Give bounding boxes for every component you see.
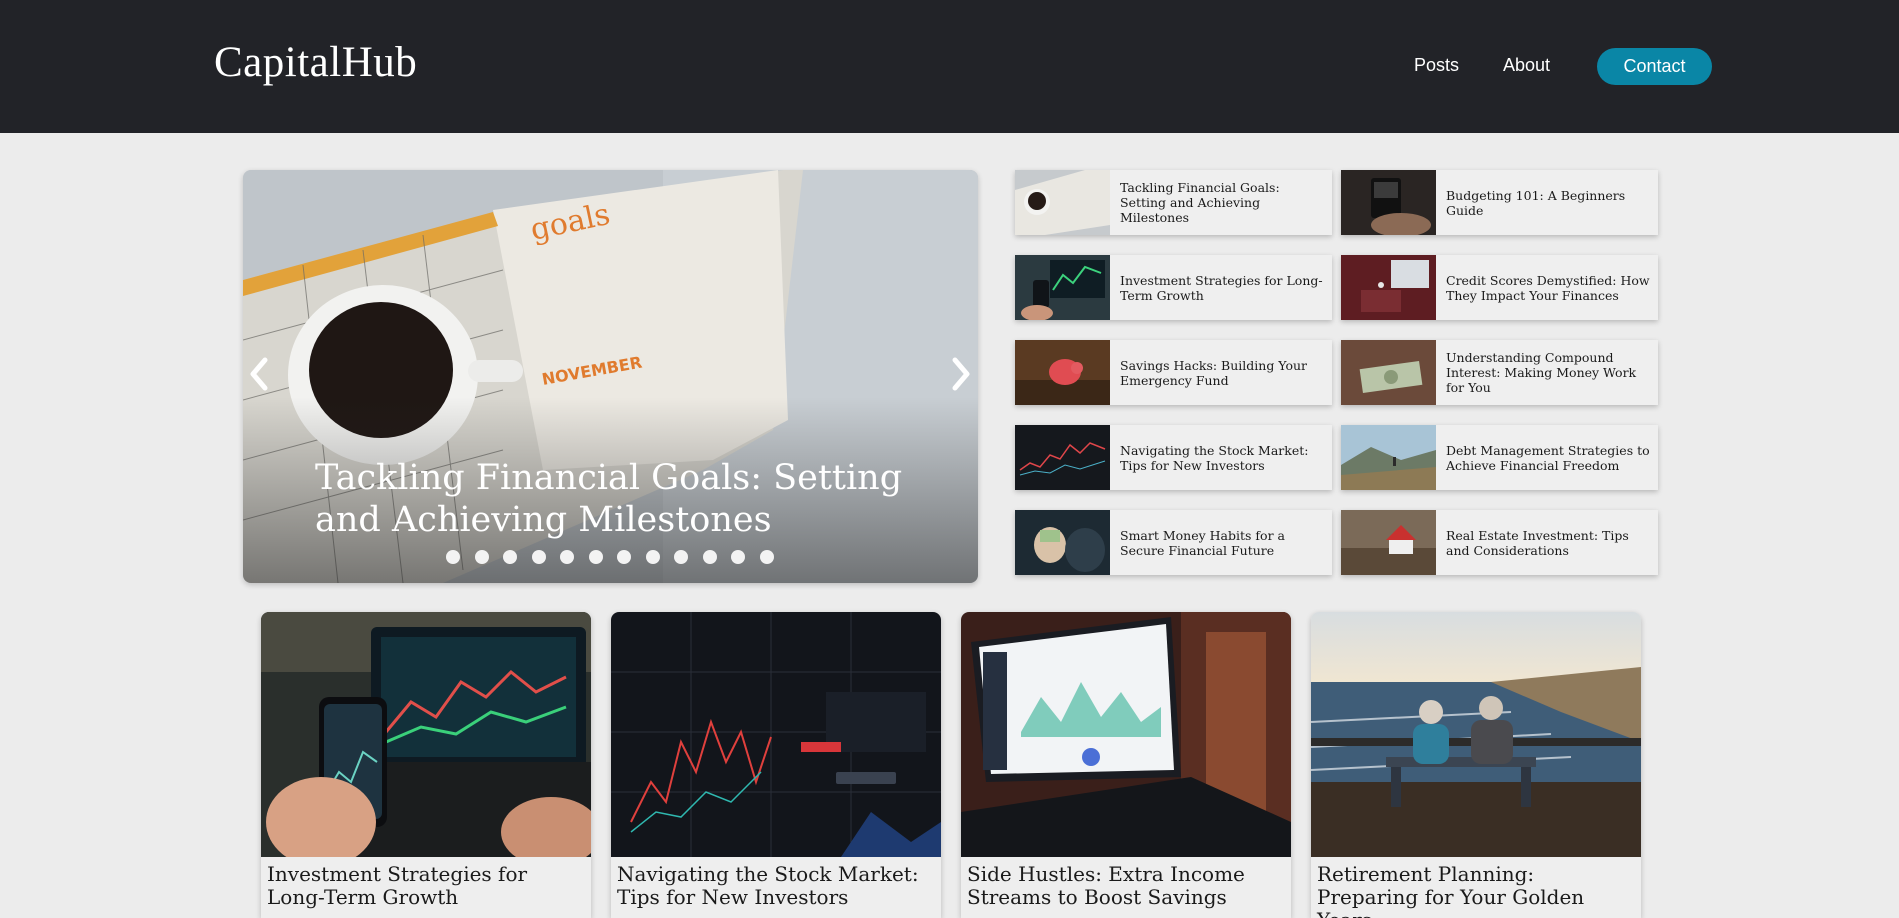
slide-dot[interactable] (560, 550, 574, 564)
card-title: Retirement Planning: Preparing for Your … (1317, 862, 1585, 918)
feature-card[interactable]: Navigating the Stock Market: Tips for Ne… (611, 612, 941, 918)
card-image (611, 612, 941, 857)
sidebar-post-title: Credit Scores Demystified: How They Impa… (1446, 272, 1650, 303)
sidebar-post-title: Savings Hacks: Building Your Emergency F… (1120, 357, 1308, 388)
card-title: Navigating the Stock Market: Tips for Ne… (617, 862, 919, 909)
slide-dot[interactable] (503, 550, 517, 564)
post-thumbnail (1015, 255, 1110, 320)
slide-dot[interactable] (474, 550, 489, 564)
slide-dot[interactable] (731, 550, 745, 564)
feature-card[interactable]: Side Hustles: Extra Income Streams to Bo… (961, 612, 1291, 918)
sidebar-post[interactable]: Navigating the Stock Market: Tips for Ne… (1015, 425, 1332, 490)
sidebar-post-title: Understanding Compound Interest: Making … (1446, 350, 1637, 395)
sidebar-post-title: Real Estate Investment: Tips and Conside… (1446, 527, 1629, 558)
post-thumbnail (1015, 340, 1110, 405)
sidebar-post[interactable]: Understanding Compound Interest: Making … (1341, 340, 1658, 405)
slide-dot[interactable] (446, 550, 460, 564)
nav-link-posts[interactable]: Posts (1414, 55, 1459, 76)
chevron-right-icon[interactable] (943, 348, 977, 400)
slide-dot[interactable] (617, 550, 631, 564)
post-thumbnail (1341, 170, 1436, 235)
hero-slider[interactable]: goals NOVEMBER Tackling Financial Goals:… (243, 170, 978, 583)
sidebar-post[interactable]: Real Estate Investment: Tips and Conside… (1341, 510, 1658, 575)
feature-card[interactable]: Investment Strategies for Long-Term Grow… (261, 612, 591, 918)
sidebar-post-title: Smart Money Habits for a Secure Financia… (1120, 527, 1285, 558)
slide-dot[interactable] (531, 550, 546, 564)
feature-card[interactable]: Retirement Planning: Preparing for Your … (1311, 612, 1641, 918)
nav-link-about[interactable]: About (1503, 55, 1550, 76)
site-logo[interactable]: CapitalHub (214, 38, 417, 87)
slide-indicators (446, 550, 776, 566)
contact-button[interactable]: Contact (1597, 48, 1712, 85)
slide-dot[interactable] (702, 550, 717, 564)
post-thumbnail (1341, 425, 1436, 490)
sidebar-post[interactable]: Savings Hacks: Building Your Emergency F… (1015, 340, 1332, 405)
sidebar-post[interactable]: Debt Management Strategies to Achieve Fi… (1341, 425, 1658, 490)
slide-dot[interactable] (588, 550, 603, 564)
sidebar-post-title: Navigating the Stock Market: Tips for Ne… (1120, 442, 1309, 473)
chevron-left-icon[interactable] (243, 348, 277, 400)
sidebar-post[interactable]: Tackling Financial Goals: Setting and Ac… (1015, 170, 1332, 235)
site-header: CapitalHub Posts About Contact (0, 0, 1899, 133)
post-thumbnail (1015, 170, 1110, 235)
sidebar-post-title: Debt Management Strategies to Achieve Fi… (1446, 442, 1650, 473)
card-image (1311, 612, 1641, 857)
sidebar-post[interactable]: Smart Money Habits for a Secure Financia… (1015, 510, 1332, 575)
post-thumbnail (1015, 510, 1110, 575)
sidebar-post-title: Tackling Financial Goals: Setting and Ac… (1120, 180, 1280, 225)
slide-dot[interactable] (759, 550, 774, 564)
hero-title[interactable]: Tackling Financial Goals: Setting and Ac… (315, 457, 935, 541)
sidebar-post[interactable]: Credit Scores Demystified: How They Impa… (1341, 255, 1658, 320)
sidebar-post[interactable]: Investment Strategies for Long-Term Grow… (1015, 255, 1332, 320)
post-thumbnail (1341, 340, 1436, 405)
sidebar-post-title: Investment Strategies for Long-Term Grow… (1120, 272, 1323, 303)
card-title: Investment Strategies for Long-Term Grow… (267, 862, 528, 909)
post-thumbnail (1341, 255, 1436, 320)
card-image (261, 612, 591, 857)
post-thumbnail (1341, 510, 1436, 575)
sidebar-post[interactable]: Budgeting 101: A Beginners Guide (1341, 170, 1658, 235)
card-image (961, 612, 1291, 857)
sidebar-post-title: Budgeting 101: A Beginners Guide (1446, 187, 1626, 218)
slide-dot[interactable] (645, 550, 660, 564)
slide-dot[interactable] (674, 550, 688, 564)
card-title: Side Hustles: Extra Income Streams to Bo… (967, 862, 1245, 909)
post-thumbnail (1015, 425, 1110, 490)
